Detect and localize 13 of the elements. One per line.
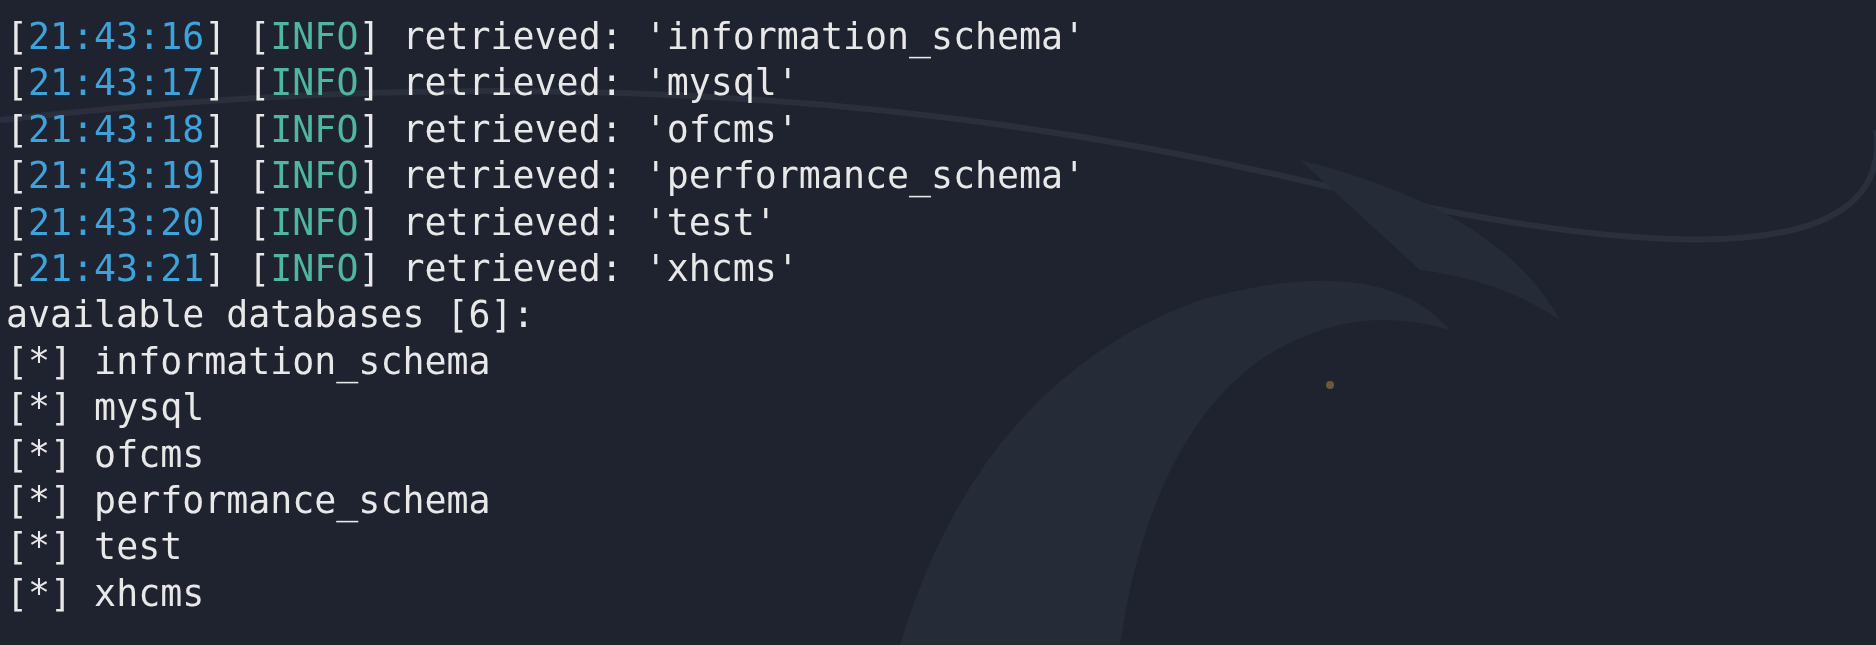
database-entry: [*] xhcms [6, 570, 206, 617]
log-line: [21:43:17] [INFO] retrieved: 'mysql' [6, 60, 800, 107]
database-entry: [*] ofcms [6, 431, 206, 478]
log-line: [21:43:19] [INFO] retrieved: 'performance_schema' [6, 153, 1087, 200]
log-line: [21:43:20] [INFO] retrieved: 'test' [6, 199, 778, 246]
log-line: [21:43:16] [INFO] retrieved: 'information_schema' [6, 14, 1087, 61]
database-entry: [*] performance_schema [6, 477, 492, 525]
database-entry: [*] mysql [6, 385, 206, 432]
log-line: [21:43:18] [INFO] retrieved: 'ofcms' [6, 106, 800, 153]
database-entry: [*] information_schema [6, 338, 492, 386]
log-line: [21:43:21] [INFO] retrieved: 'xhcms' [6, 245, 800, 292]
output-heading: available databases [6]: [6, 292, 536, 339]
database-entry: [*] test [6, 524, 184, 571]
